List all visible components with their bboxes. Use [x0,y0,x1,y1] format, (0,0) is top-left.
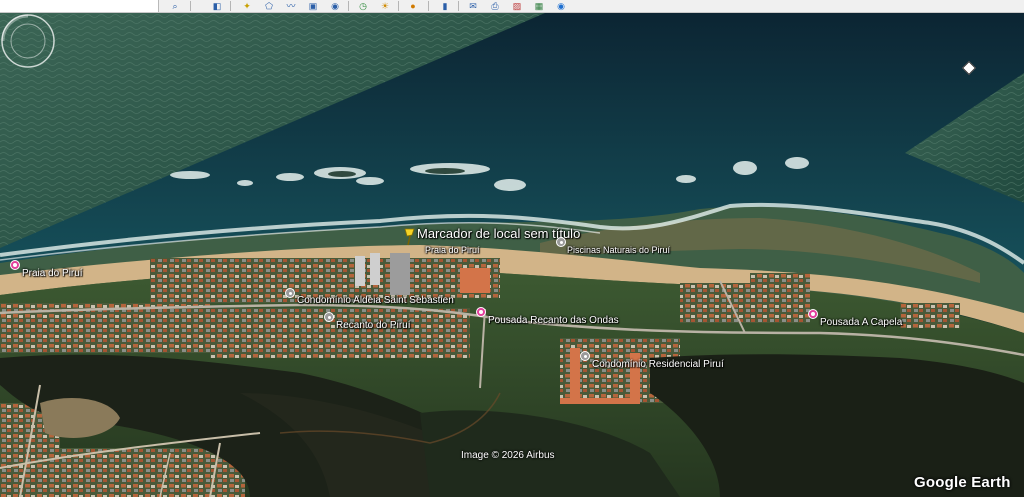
toolbar-separator [230,1,231,11]
print-icon[interactable]: ⎙ [488,0,502,12]
place-pin-pousada-recanto-icon[interactable] [476,307,486,317]
place-pin-residencial-icon[interactable] [580,351,590,361]
sunlight-icon[interactable]: ☀ [378,0,392,12]
google-earth-logo: Google Earth [914,474,1011,491]
place-label-pousada-recanto[interactable]: Pousada Recanto das Ondas [488,315,619,326]
save-image-icon[interactable]: ▨ [510,0,524,12]
earth-icon[interactable]: ◉ [554,0,568,12]
navigation-compass-icon[interactable] [0,13,56,69]
place-label-residencial[interactable]: Condomínio Residencial Piruí [592,359,724,370]
toolbar-separator [190,1,191,11]
toolbar-separator [348,1,349,11]
place-label-piscinas[interactable]: Piscinas Naturais do Piruí [567,245,670,255]
placemark-pushpin-icon[interactable] [402,227,418,247]
place-pin-piscinas-icon[interactable] [556,237,566,247]
toolbar: ⌕ ◧ ✦ ⬠ 〰 ▣ ◉ ◷ ☀ ● ▮ ✉ ⎙ ▨ ▦ ◉ [0,0,1024,13]
add-polygon-icon[interactable]: ⬠ [262,0,276,12]
email-icon[interactable]: ✉ [466,0,480,12]
toolbar-separator [458,1,459,11]
record-tour-icon[interactable]: ◉ [328,0,342,12]
search-icon[interactable]: ⌕ [168,0,182,12]
add-path-icon[interactable]: 〰 [284,0,298,12]
switch-planet-icon[interactable]: ● [406,0,420,12]
place-pin-recanto-icon[interactable] [324,312,334,322]
place-pin-aldeia-icon[interactable] [285,288,295,298]
place-label-praia-left[interactable]: Praia do Piruí [22,268,83,279]
toolbar-separator [398,1,399,11]
add-image-overlay-icon[interactable]: ▣ [306,0,320,12]
toolbar-separator [428,1,429,11]
imagery-credit: Image © 2026 Airbus [461,450,555,461]
place-pin-pousada-capela-icon[interactable] [808,309,818,319]
sidebar-toggle-icon[interactable]: ◧ [210,0,224,12]
add-placemark-icon[interactable]: ✦ [240,0,254,12]
satellite-imagery [0,13,1024,497]
view-in-maps-icon[interactable]: ▦ [532,0,546,12]
place-label-praia-center[interactable]: Praia do Piruí [425,245,480,255]
place-label-aldeia[interactable]: Condomínio Aldeia Saint Sebastien [297,295,454,306]
ruler-icon[interactable]: ▮ [438,0,452,12]
place-pin-praia-left-icon[interactable] [10,260,20,270]
place-label-pousada-capela[interactable]: Pousada A Capela [820,317,902,328]
place-label-recanto[interactable]: Recanto do Piruí [336,320,411,331]
historical-imagery-icon[interactable]: ◷ [356,0,370,12]
search-input[interactable] [0,0,159,12]
map-view[interactable]: Marcador de local sem título Praia do Pi… [0,13,1024,497]
